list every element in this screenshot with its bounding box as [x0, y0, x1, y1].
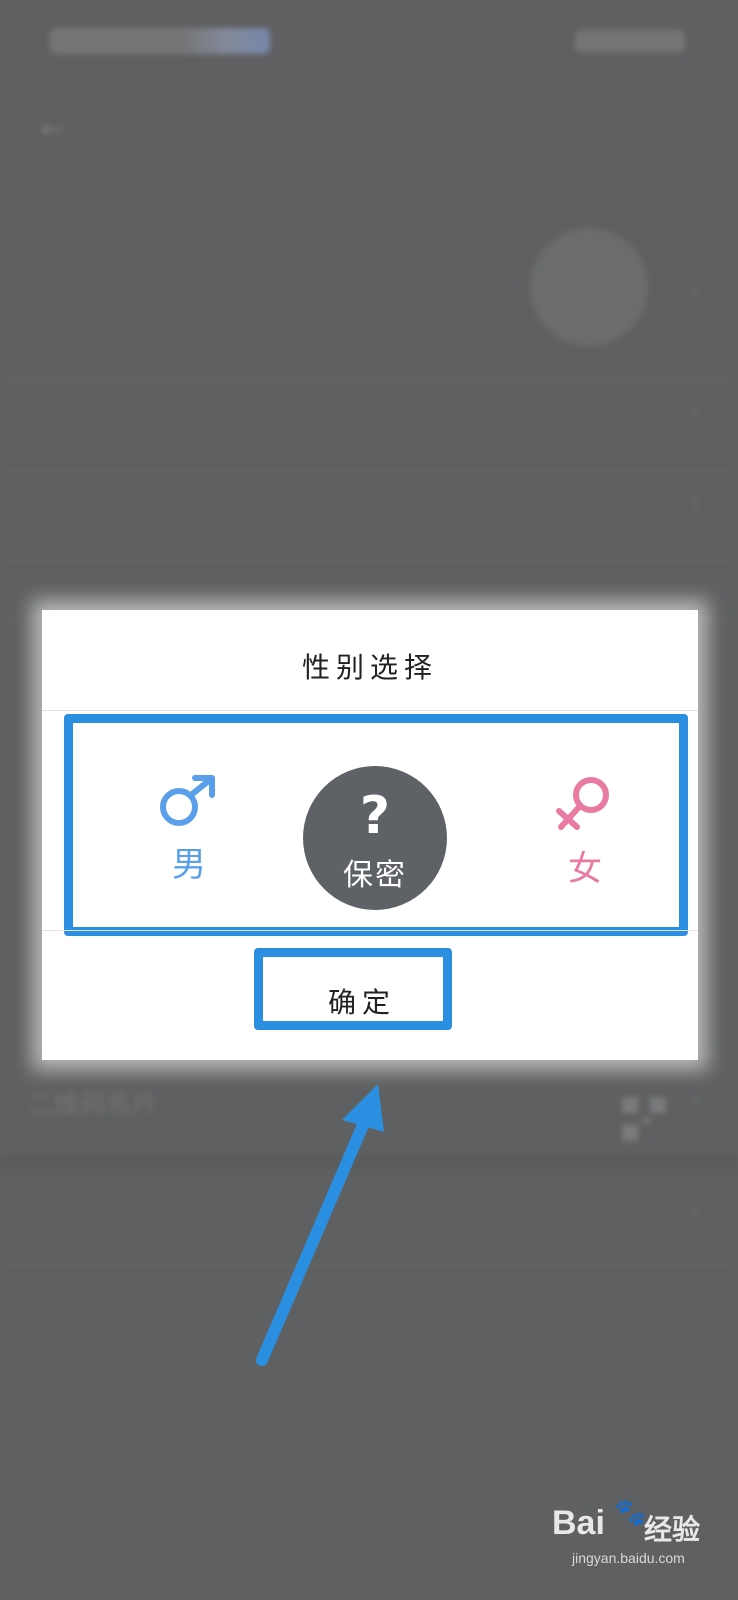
avatar: [530, 228, 648, 346]
divider: [42, 710, 698, 711]
watermark-text: 经验: [644, 1513, 701, 1546]
secret-label: 保密: [343, 858, 407, 893]
settings-row[interactable]: [0, 380, 738, 472]
paw-icon: 🐾: [614, 1498, 647, 1528]
gender-option-female[interactable]: 女: [535, 773, 635, 893]
confirm-button[interactable]: 确定: [254, 948, 452, 1030]
watermark-brand: Bai: [552, 1504, 605, 1542]
question-mark-icon: ?: [359, 786, 391, 846]
gender-option-secret[interactable]: ? 保密: [303, 766, 447, 910]
divider: [42, 930, 698, 931]
female-symbol-icon: [535, 773, 635, 833]
gender-option-male[interactable]: 男: [139, 773, 239, 893]
annotation-arrow-icon: [256, 1084, 384, 1366]
qr-card-label: 二维码名片: [28, 1090, 159, 1120]
qr-code-icon: [622, 1097, 666, 1141]
options-highlight-box: 男 ? 保密 女: [64, 714, 688, 936]
title-bar: [0, 80, 738, 180]
chevron-right-icon: ›: [690, 398, 701, 428]
watermark-url: jingyan.baidu.com: [572, 1550, 685, 1566]
status-bar-right-info: [575, 30, 685, 52]
chevron-right-icon: ›: [690, 1198, 701, 1228]
male-symbol-icon: [139, 773, 239, 829]
gender-select-dialog: 性别选择 男 ? 保密 女 确定: [42, 610, 698, 1060]
dialog-title: 性别选择: [301, 651, 438, 684]
settings-row[interactable]: [0, 470, 738, 562]
baidu-jingyan-watermark: Bai 🐾 经验 jingyan.baidu.com: [552, 1494, 732, 1574]
chevron-right-icon: ›: [690, 488, 701, 518]
female-label: 女: [568, 849, 602, 889]
chevron-right-icon: ›: [690, 274, 701, 304]
confirm-label: 确定: [327, 986, 396, 1019]
male-label: 男: [172, 845, 206, 885]
back-arrow-icon[interactable]: ←: [40, 112, 65, 147]
status-bar-left-info: [50, 28, 270, 54]
chevron-right-icon: ›: [690, 1084, 701, 1114]
